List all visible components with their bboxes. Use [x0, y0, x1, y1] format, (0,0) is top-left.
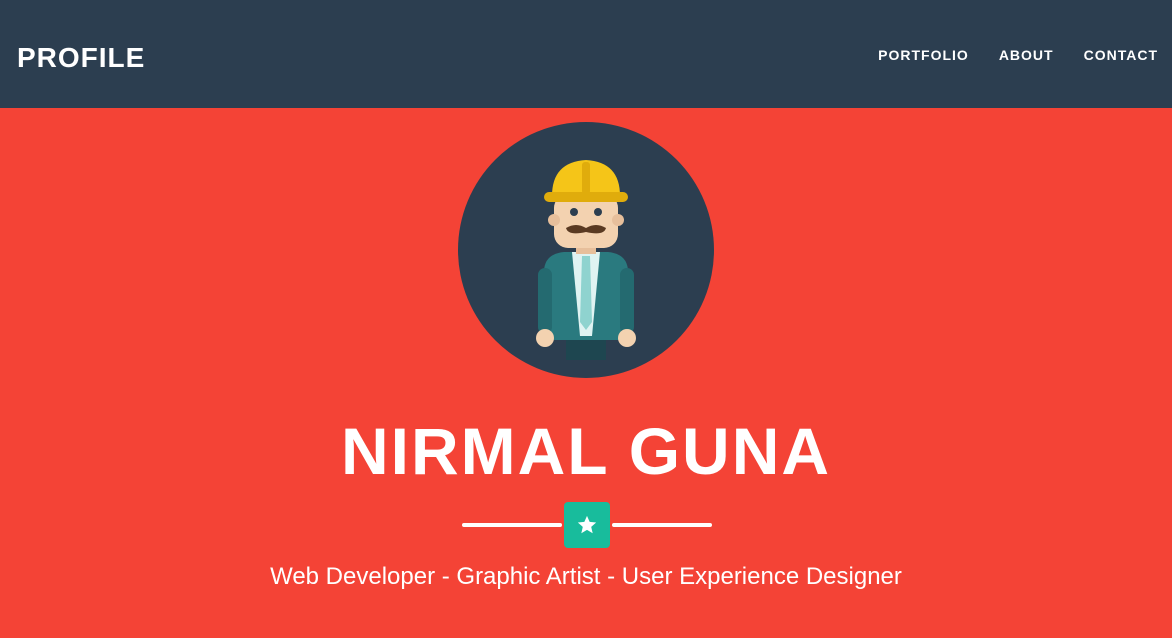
- profile-name: NIRMAL GUNA: [340, 414, 832, 488]
- divider-line-right: [612, 523, 712, 527]
- tagline: Web Developer - Graphic Artist - User Ex…: [270, 563, 902, 590]
- nav-link-contact[interactable]: CONTACT: [1084, 45, 1158, 65]
- nav-links: PORTFOLIO ABOUT CONTACT: [878, 45, 1158, 65]
- navbar: PROFILE PORTFOLIO ABOUT CONTACT: [0, 0, 1172, 108]
- star-badge: [564, 502, 610, 548]
- construction-worker-avatar-icon: [536, 160, 636, 360]
- brand-link[interactable]: PROFILE: [17, 40, 145, 76]
- star-divider: [462, 502, 712, 548]
- divider-line-left: [462, 523, 562, 527]
- hero-section: NIRMAL GUNA Web Developer - Graphic Arti…: [0, 108, 1172, 638]
- avatar: [458, 122, 714, 378]
- nav-link-portfolio[interactable]: PORTFOLIO: [878, 45, 969, 65]
- star-icon: [577, 515, 597, 534]
- nav-link-about[interactable]: ABOUT: [999, 45, 1054, 65]
